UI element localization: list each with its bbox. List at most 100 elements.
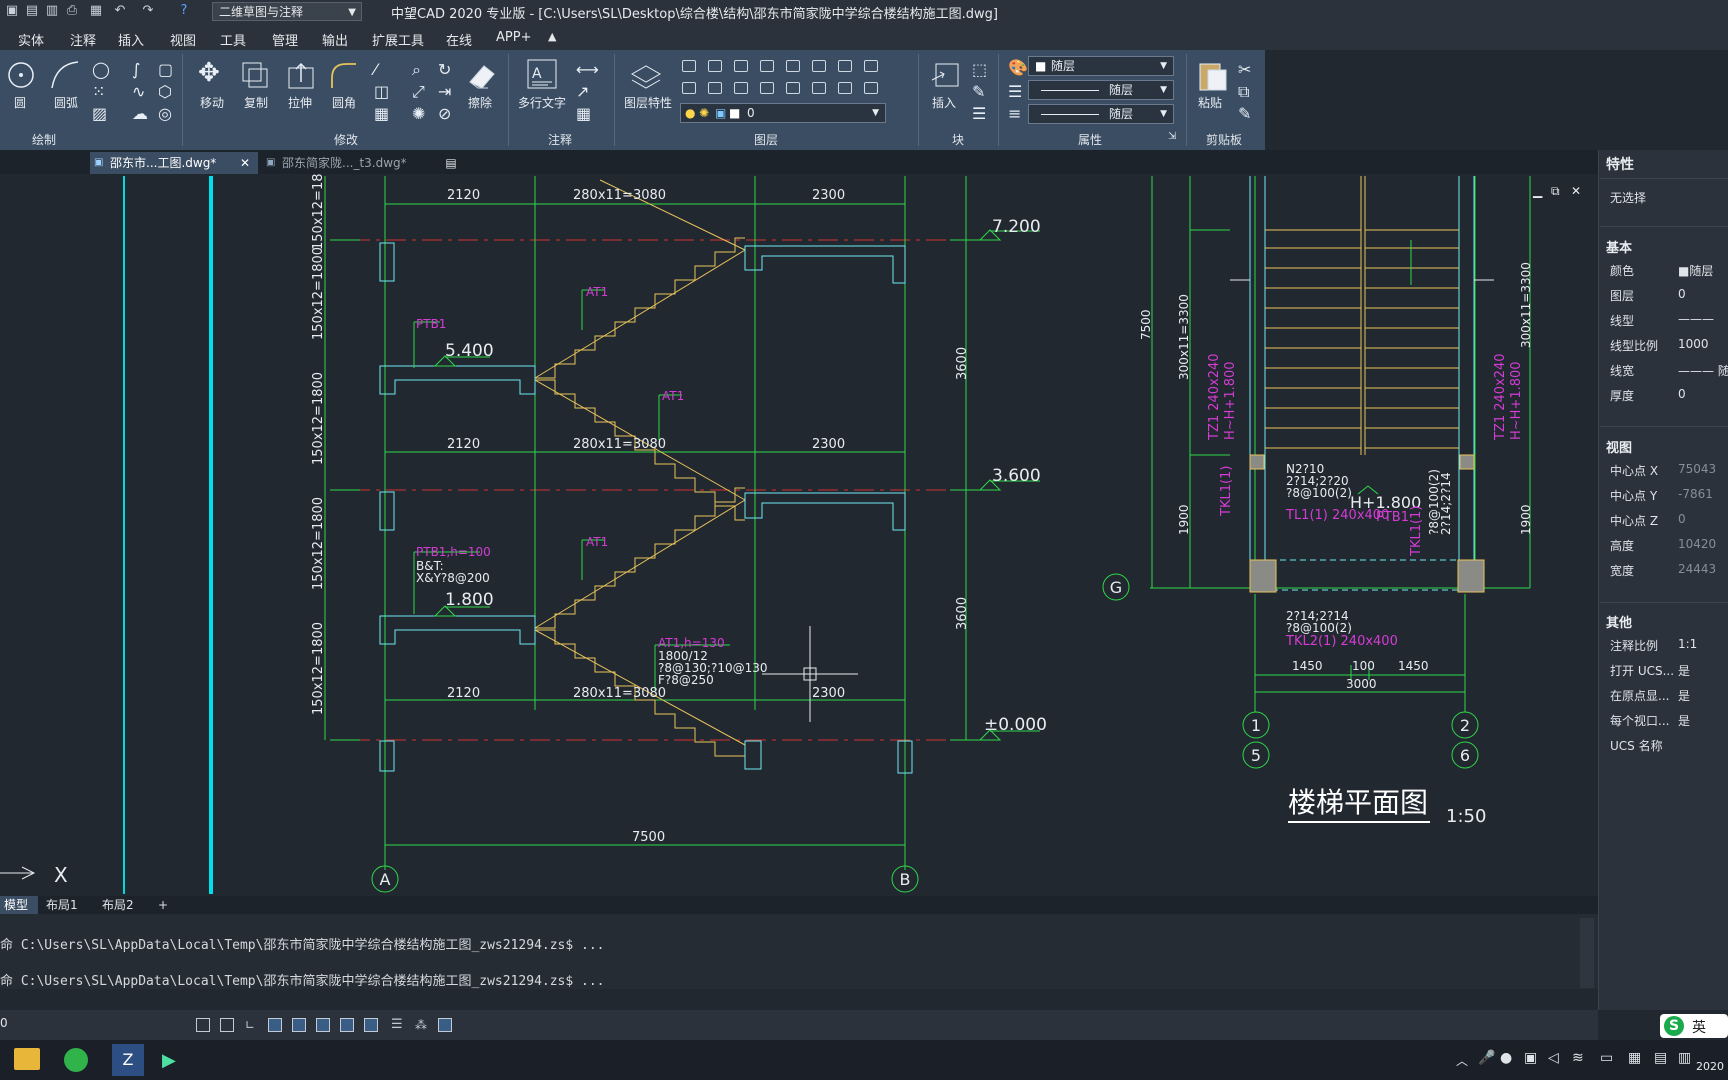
app-taskbar-icon[interactable]: ▶: [162, 1050, 176, 1071]
layer-tool-icon[interactable]: [786, 60, 800, 72]
color-select[interactable]: ■ 随层 ▼: [1028, 56, 1174, 76]
prop-ucs-origin-value[interactable]: 是: [1678, 687, 1690, 704]
hatch-icon[interactable]: ▨: [92, 104, 107, 123]
drawing-svg[interactable]: 2120 280x11=3080 2300 2120 280x11=3080 2…: [0, 174, 1594, 896]
prop-thickness-value[interactable]: 0: [1678, 387, 1686, 401]
leader-icon[interactable]: ↗: [576, 82, 589, 101]
tab-document[interactable]: ▣ 邵东简家陇..._t3.dwg*: [262, 152, 432, 174]
linetype-icon[interactable]: ☰: [1008, 82, 1022, 101]
ellipse-icon[interactable]: ◯: [92, 60, 110, 79]
layer-tool-icon[interactable]: [734, 60, 748, 72]
layer-tool-icon[interactable]: [864, 82, 878, 94]
ortho-icon[interactable]: ∟: [244, 1018, 258, 1032]
clock-date[interactable]: 2020: [1696, 1060, 1724, 1073]
save-as-icon[interactable]: ▥: [44, 3, 60, 19]
block-create-icon[interactable]: ⬚: [972, 60, 987, 79]
cut-icon[interactable]: ✂: [1238, 60, 1251, 79]
lineweight-icon[interactable]: ≡: [1008, 104, 1021, 123]
zwcad-taskbar-icon[interactable]: Z: [112, 1044, 144, 1076]
tray-network-icon[interactable]: ≋: [1572, 1050, 1584, 1066]
break-icon[interactable]: ⊘: [438, 104, 451, 123]
quick-props-icon[interactable]: [438, 1018, 452, 1032]
layer-tool-icon[interactable]: [812, 60, 826, 72]
layer-tool-icon[interactable]: [786, 82, 800, 94]
lineweight-toggle-icon[interactable]: ☰: [390, 1018, 404, 1032]
save-icon[interactable]: ▤: [24, 3, 40, 19]
new-tab-button[interactable]: ▤: [438, 152, 464, 174]
dyn-icon[interactable]: [340, 1018, 354, 1032]
spline-icon[interactable]: ∫: [132, 60, 140, 79]
browser-icon[interactable]: [64, 1048, 88, 1072]
insert-block-icon[interactable]: [930, 60, 962, 90]
menu-annotate[interactable]: 注释: [70, 30, 96, 49]
layer-tool-icon[interactable]: [838, 82, 852, 94]
ime-toolbar[interactable]: S 英: [1660, 1014, 1728, 1038]
ducs-icon[interactable]: [364, 1018, 378, 1032]
polygon-icon[interactable]: ⬡: [158, 82, 172, 101]
layer-select[interactable]: ● ✺ ▣ ■ 0 ▼: [680, 103, 886, 123]
tray-app-icon[interactable]: ▣: [1524, 1050, 1537, 1066]
tray-icon[interactable]: ▥: [1678, 1050, 1691, 1066]
add-layout-button[interactable]: +: [158, 896, 174, 914]
osnap-icon[interactable]: [292, 1018, 306, 1032]
offset-icon[interactable]: ⌕: [412, 60, 421, 80]
prop-color-value[interactable]: ■随层: [1678, 262, 1713, 279]
layer-tool-icon[interactable]: [734, 82, 748, 94]
prop-lineweight-value[interactable]: ——— 随: [1678, 362, 1728, 379]
file-explorer-icon[interactable]: [14, 1048, 40, 1070]
dim-linear-icon[interactable]: ⟷: [576, 60, 599, 79]
layer-properties-icon[interactable]: [628, 60, 664, 90]
layer-tool-icon[interactable]: [838, 60, 852, 72]
mirror-icon[interactable]: ◫: [374, 82, 389, 101]
donut-icon[interactable]: ◎: [158, 104, 172, 123]
mtext-icon[interactable]: A: [526, 58, 558, 90]
panel-expand-icon[interactable]: ⇲: [1168, 131, 1176, 142]
workspace-select[interactable]: 二维草图与注释 ▼: [212, 2, 362, 21]
section-basic[interactable]: 基本: [1606, 237, 1632, 256]
prop-linetype-value[interactable]: ———: [1678, 312, 1714, 326]
menu-tools[interactable]: 工具: [220, 30, 246, 49]
move-icon[interactable]: ✥: [198, 58, 220, 88]
redo-icon[interactable]: ↷: [140, 3, 156, 19]
menu-output[interactable]: 输出: [322, 30, 348, 49]
tray-battery-icon[interactable]: ▭: [1600, 1050, 1613, 1066]
menu-insert[interactable]: 插入: [118, 30, 144, 49]
point-icon[interactable]: ⁙: [92, 82, 105, 101]
prop-ucs-viewport-value[interactable]: 是: [1678, 712, 1690, 729]
selection-cycle-icon[interactable]: ⁂: [414, 1018, 428, 1032]
cloud-icon[interactable]: ☁: [132, 104, 148, 123]
prop-annoscale-value[interactable]: 1:1: [1678, 637, 1697, 651]
close-icon[interactable]: ✕: [240, 152, 250, 174]
tray-icon[interactable]: ▦: [1628, 1050, 1641, 1066]
layer-tool-icon[interactable]: [812, 82, 826, 94]
layer-tool-icon[interactable]: [708, 82, 722, 94]
section-view[interactable]: 视图: [1606, 437, 1632, 456]
selection-status[interactable]: 无选择: [1610, 189, 1646, 206]
trim-icon[interactable]: ⁄: [374, 60, 377, 79]
section-other[interactable]: 其他: [1606, 612, 1632, 631]
match-icon[interactable]: ✎: [1238, 104, 1251, 123]
prop-ltscale-value[interactable]: 1000: [1678, 337, 1709, 351]
tab-layout1[interactable]: 布局1: [46, 896, 86, 914]
tray-mic-icon[interactable]: 🎤: [1478, 1050, 1495, 1066]
menu-online[interactable]: 在线: [446, 30, 472, 49]
paste-icon[interactable]: [1196, 58, 1228, 92]
tray-chevron-icon[interactable]: ︿: [1456, 1052, 1468, 1069]
linetype-select[interactable]: 随层 ▼: [1028, 80, 1174, 100]
table-icon[interactable]: ▦: [576, 104, 591, 123]
extend-icon[interactable]: ⇥: [438, 82, 451, 101]
layer-tool-icon[interactable]: [708, 60, 722, 72]
undo-icon[interactable]: ↶: [112, 3, 128, 19]
polyline-icon[interactable]: ∿: [132, 82, 145, 101]
fillet-icon[interactable]: [328, 60, 358, 90]
menu-solid[interactable]: 实体: [18, 30, 44, 49]
array-icon[interactable]: ▦: [374, 104, 389, 123]
prop-ucs-on-value[interactable]: 是: [1678, 662, 1690, 679]
layer-tool-icon[interactable]: [864, 60, 878, 72]
scale-icon[interactable]: ⤢: [412, 82, 425, 102]
drawing-canvas[interactable]: 2120 280x11=3080 2300 2120 280x11=3080 2…: [0, 174, 1594, 896]
tab-document-active[interactable]: ▣ 邵东市...工图.dwg* ✕: [90, 152, 258, 174]
tab-layout2[interactable]: 布局2: [102, 896, 142, 914]
copy-icon[interactable]: [240, 60, 270, 90]
command-scrollbar[interactable]: [1580, 918, 1594, 988]
